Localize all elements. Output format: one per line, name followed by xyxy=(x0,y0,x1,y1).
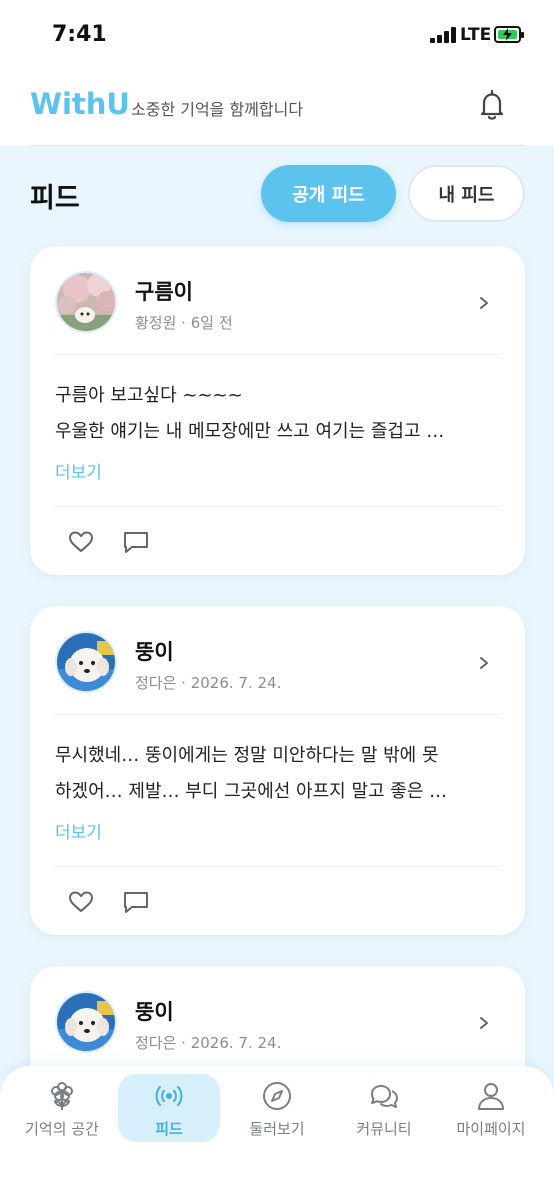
tab-my-feed[interactable]: 내 피드 xyxy=(408,165,525,222)
read-more-link[interactable]: 더보기 xyxy=(55,458,102,483)
chevron-right-icon[interactable] xyxy=(477,1012,491,1034)
post-card[interactable]: 구름이 황정원 · 6일 전 구름아 보고싶다 ~~~~ 우울한 얘기는 내 메… xyxy=(30,246,525,575)
post-body-line: 구름아 보고싶다 ~~~~ xyxy=(55,385,243,406)
avatar[interactable] xyxy=(55,631,117,693)
post-meta: 정다은 · 2026. 7. 24. xyxy=(135,1034,282,1052)
post-author-name: 구름이 xyxy=(135,280,193,304)
tab-label: 둘러보기 xyxy=(249,1120,305,1138)
flower-icon xyxy=(46,1080,78,1112)
post-body-line: 무시했네… 뚱이에게는 정말 미안하다는 말 밖에 못 xyxy=(55,745,439,766)
notification-bell-icon[interactable] xyxy=(476,88,508,122)
read-more-link[interactable]: 더보기 xyxy=(55,818,102,843)
post-meta: 황정원 · 6일 전 xyxy=(135,314,233,332)
tab-label: 피드 xyxy=(155,1120,183,1138)
person-icon xyxy=(475,1080,507,1112)
post-author-name: 뚱이 xyxy=(135,640,174,664)
post-body-line: 우울한 얘기는 내 메모장에만 쓰고 여기는 즐겁고 … xyxy=(55,421,445,442)
post-meta: 정다은 · 2026. 7. 24. xyxy=(135,674,282,692)
app-logo[interactable]: WithU xyxy=(30,87,130,121)
app-tagline: 소중한 기억을 함께합니다 xyxy=(131,100,304,119)
tab-public-feed[interactable]: 공개 피드 xyxy=(261,165,396,222)
avatar[interactable] xyxy=(55,271,117,333)
tab-label: 커뮤니티 xyxy=(356,1120,412,1138)
chevron-right-icon[interactable] xyxy=(477,652,491,674)
avatar[interactable] xyxy=(55,991,117,1053)
comment-icon[interactable] xyxy=(123,530,149,554)
divider xyxy=(55,354,500,355)
tab-memory-space[interactable]: 기억의 공간 xyxy=(11,1074,113,1142)
page-title: 피드 xyxy=(30,183,80,214)
heart-icon[interactable] xyxy=(68,890,94,914)
bottom-tab-bar: 기억의 공간 피드 둘러보기 커뮤니티 마이페이지 xyxy=(0,1066,554,1200)
post-body-line: 하겠어… 제발… 부디 그곳에선 아프지 말고 좋은 … xyxy=(55,781,448,802)
tab-label: 마이페이지 xyxy=(456,1120,526,1138)
signal-icon xyxy=(430,27,456,43)
tab-feed[interactable]: 피드 xyxy=(118,1074,220,1142)
chevron-right-icon[interactable] xyxy=(477,292,491,314)
divider xyxy=(55,714,500,715)
battery-icon xyxy=(494,26,524,43)
network-label: LTE xyxy=(460,25,492,45)
broadcast-icon xyxy=(153,1080,185,1112)
compass-icon xyxy=(261,1080,293,1112)
tab-my-page[interactable]: 마이페이지 xyxy=(440,1074,542,1142)
post-card[interactable]: 뚱이 정다은 · 2026. 7. 24. 무시했네… 뚱이에게는 정말 미안하… xyxy=(30,606,525,935)
comment-icon[interactable] xyxy=(123,890,149,914)
header-divider xyxy=(30,145,526,146)
app-header: WithU 소중한 기억을 함께합니다 xyxy=(0,72,554,146)
divider xyxy=(55,866,500,867)
post-body: 구름아 보고싶다 ~~~~ 우울한 얘기는 내 메모장에만 쓰고 여기는 즐겁고… xyxy=(55,378,500,450)
post-body: 무시했네… 뚱이에게는 정말 미안하다는 말 밖에 못 하겠어… 제발… 부디 … xyxy=(55,738,500,810)
chat-bubbles-icon xyxy=(368,1080,400,1112)
tab-explore[interactable]: 둘러보기 xyxy=(226,1074,328,1142)
heart-icon[interactable] xyxy=(68,530,94,554)
tab-community[interactable]: 커뮤니티 xyxy=(333,1074,435,1142)
divider xyxy=(55,506,500,507)
status-time: 7:41 xyxy=(52,22,107,47)
tab-label: 기억의 공간 xyxy=(25,1120,99,1138)
status-bar: 7:41 LTE xyxy=(0,0,554,72)
post-author-name: 뚱이 xyxy=(135,1000,174,1024)
